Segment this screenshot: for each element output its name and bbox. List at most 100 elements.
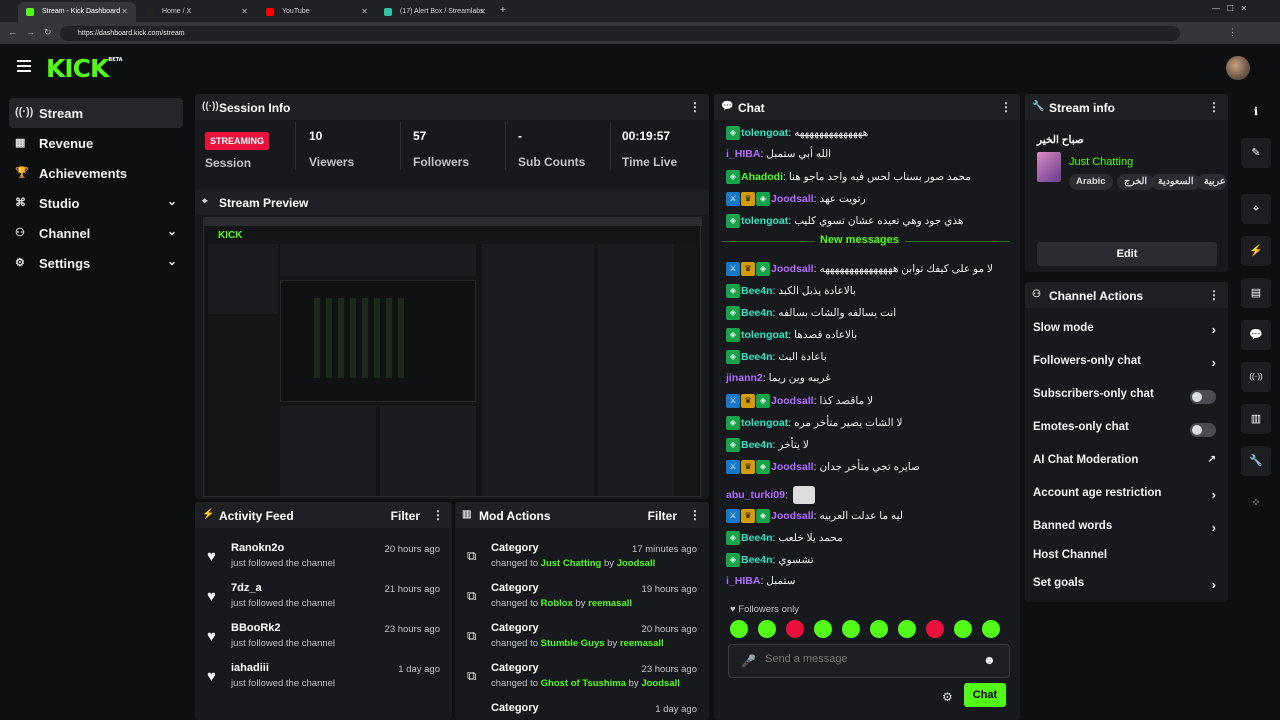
info-icon[interactable]: ℹ: [1241, 97, 1271, 127]
emote-icon[interactable]: [982, 620, 1000, 638]
emote-icon[interactable]: [954, 620, 972, 638]
edit-stream-info-button[interactable]: Edit: [1037, 242, 1217, 266]
reload-icon[interactable]: ↻: [44, 27, 52, 38]
close-tab-icon[interactable]: ✕: [121, 7, 128, 16]
tag-chip[interactable]: السعودية: [1151, 174, 1201, 190]
sidebar-item-revenue[interactable]: ▦ Revenue: [9, 128, 183, 158]
layout-icon[interactable]: ▥: [1241, 404, 1271, 434]
action-slow-mode[interactable]: Slow mode ›: [1033, 322, 1220, 346]
chat-bubble-icon[interactable]: 💬: [1241, 320, 1271, 350]
more-options-icon[interactable]: ⋮: [1208, 288, 1220, 302]
category-link[interactable]: Just Chatting: [1069, 156, 1133, 168]
chat-username[interactable]: Bee4n: [741, 307, 773, 319]
chat-username[interactable]: Bee4n: [741, 532, 773, 544]
chat-input-box[interactable]: 🎤 ☻: [728, 644, 1010, 678]
emote-icon[interactable]: [758, 620, 776, 638]
gear-icon[interactable]: ⚙: [942, 690, 953, 704]
chat-username[interactable]: Joodsall: [771, 395, 814, 407]
close-tab-icon[interactable]: ✕: [361, 7, 368, 16]
tag-chip[interactable]: الخرج: [1117, 174, 1155, 190]
emote-icon[interactable]: [870, 620, 888, 638]
action-host-channel[interactable]: Host Channel: [1033, 549, 1220, 573]
chat-username[interactable]: Bee4n: [741, 554, 773, 566]
sidebar-item-achievements[interactable]: 🏆 Achievements: [9, 158, 183, 188]
wrench-icon[interactable]: 🔧: [1241, 446, 1271, 476]
browser-tab-streamlabs[interactable]: (17) Alert Box / Streamlabs ✕: [376, 2, 494, 22]
chat-username[interactable]: Joodsall: [771, 461, 814, 473]
emote-icon[interactable]: [730, 620, 748, 638]
tag-chip[interactable]: Arabic: [1069, 174, 1113, 190]
chat-username[interactable]: abu_turki09: [726, 489, 785, 501]
emotes-only-toggle[interactable]: [1190, 423, 1216, 437]
cat-emote-icon: [792, 486, 815, 504]
back-icon[interactable]: ←: [8, 27, 17, 37]
sidebar-item-stream[interactable]: ((·)) Stream: [9, 98, 183, 128]
sidebar-item-channel[interactable]: ⚇ Channel ⌄: [9, 218, 183, 248]
send-chat-button[interactable]: Chat: [964, 683, 1006, 707]
more-options-icon[interactable]: ⋮: [1208, 100, 1220, 114]
browser-tab-youtube[interactable]: YouTube ✕: [258, 2, 376, 22]
emote-icon[interactable]: [842, 620, 860, 638]
broadcast-icon[interactable]: ((·)): [1241, 362, 1271, 392]
emote-icon[interactable]: [898, 620, 916, 638]
mod-filter-button[interactable]: Filter: [648, 509, 677, 523]
forward-icon[interactable]: →: [26, 27, 35, 37]
chat-username[interactable]: Bee4n: [741, 439, 773, 451]
action-followers-only-chat[interactable]: Followers-only chat ›: [1033, 355, 1220, 379]
new-tab-icon[interactable]: +: [500, 5, 506, 16]
emote-icon[interactable]: [926, 620, 944, 638]
lightning-icon[interactable]: ⚡: [1241, 236, 1271, 266]
chat-text: : ليه ما عدلت العربيه: [813, 509, 904, 522]
chat-username[interactable]: Ahadodi: [741, 171, 783, 183]
chat-username[interactable]: tolengoat: [741, 215, 788, 227]
activity-filter-button[interactable]: Filter: [391, 509, 420, 523]
stream-preview-video[interactable]: KICK: [203, 217, 702, 497]
action-ai-chat-moderation[interactable]: AI Chat Moderation ↗: [1033, 454, 1220, 478]
avatar[interactable]: [1226, 56, 1250, 80]
chat-username[interactable]: Bee4n: [741, 285, 773, 297]
more-options-icon[interactable]: ⋮: [1000, 100, 1012, 114]
more-options-icon[interactable]: ⋮: [432, 508, 444, 522]
sidebar-item-studio[interactable]: ⌘ Studio ⌄: [9, 188, 183, 218]
emoji-icon[interactable]: ☻: [983, 653, 996, 667]
chat-username[interactable]: Joodsall: [771, 193, 814, 205]
notes-icon[interactable]: ▤: [1241, 278, 1271, 308]
browser-tab-x[interactable]: Home / X ✕: [138, 2, 256, 22]
window-controls[interactable]: — ☐ ✕: [1212, 4, 1247, 13]
url-field[interactable]: https://dashboard.kick.com/stream: [60, 26, 1180, 41]
chat-message: ◈ Bee4n: بالاعادة يذبل الكبد: [726, 284, 1010, 306]
extensions-icon[interactable]: ⋮: [1228, 27, 1237, 38]
chat-username[interactable]: tolengoat: [741, 417, 788, 429]
chat-input[interactable]: [765, 653, 965, 665]
focus-icon[interactable]: ⌖: [1241, 194, 1271, 224]
chevron-right-icon: ›: [1211, 355, 1216, 370]
chat-message: ◈ Bee4n: لا يتأخر: [726, 438, 1010, 460]
menu-icon[interactable]: [17, 60, 31, 72]
emote-icon[interactable]: [786, 620, 804, 638]
chat-username[interactable]: Joodsall: [771, 510, 814, 522]
chat-username[interactable]: i_HIBA: [726, 575, 760, 587]
chat-username[interactable]: tolengoat: [741, 329, 788, 341]
more-options-icon[interactable]: ⋮: [689, 508, 701, 522]
chat-username[interactable]: Bee4n: [741, 351, 773, 363]
chat-username[interactable]: Joodsall: [771, 263, 814, 275]
more-options-icon[interactable]: ⋮: [689, 100, 701, 114]
subscribers-only-toggle[interactable]: [1190, 390, 1216, 404]
tag-chip[interactable]: عربية: [1197, 174, 1227, 190]
sidebar-item-settings[interactable]: ⚙ Settings ⌄: [9, 248, 183, 278]
kick-logo[interactable]: KICKBETA: [46, 54, 123, 83]
action-banned-words[interactable]: Banned words ›: [1033, 520, 1220, 544]
chat-username[interactable]: jinann2: [726, 372, 763, 384]
action-set-goals[interactable]: Set goals ›: [1033, 577, 1220, 601]
microphone-icon[interactable]: 🎤: [741, 654, 756, 668]
chat-username[interactable]: i_HIBA: [726, 148, 760, 160]
browser-tab-kick[interactable]: Stream - Kick Dashboard ✕: [18, 2, 136, 22]
close-tab-icon[interactable]: ✕: [479, 7, 486, 16]
pencil-icon[interactable]: ✎: [1241, 138, 1271, 168]
action-account-age-restriction[interactable]: Account age restriction ›: [1033, 487, 1220, 511]
close-tab-icon[interactable]: ✕: [241, 7, 248, 16]
apps-icon[interactable]: ⁘: [1241, 488, 1271, 518]
subscriber-badge-icon: ◈: [726, 170, 740, 184]
chat-username[interactable]: tolengoat: [741, 127, 788, 139]
emote-icon[interactable]: [814, 620, 832, 638]
